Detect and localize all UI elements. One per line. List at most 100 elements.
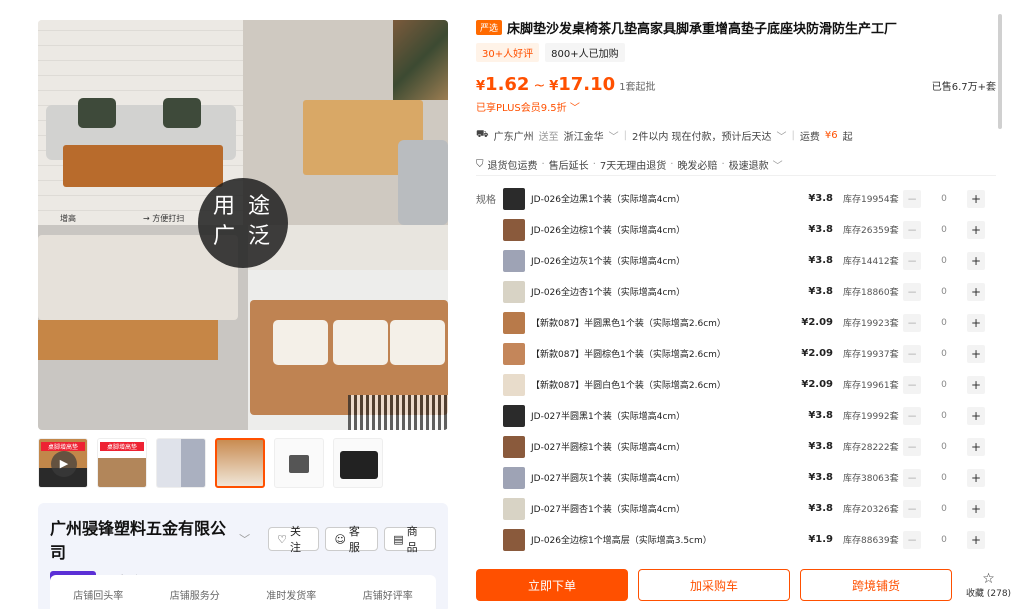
spec-list: JD-026全边黑1个装（实际增高4cm） ¥3.8 库存19954套 −0 + JD-0… [503, 183, 997, 555]
decrease-button[interactable]: − [903, 375, 921, 394]
spec-thumbnail[interactable] [503, 342, 525, 365]
spec-thumbnail[interactable] [503, 249, 525, 272]
spec-stock: 库存19937套 [843, 350, 899, 360]
spec-thumbnail[interactable] [503, 373, 525, 396]
quantity-value[interactable]: 0 [921, 473, 967, 483]
quantity-value[interactable]: 0 [921, 349, 967, 359]
spec-thumbnail[interactable] [503, 280, 525, 303]
spec-stock: 库存14412套 [843, 257, 899, 267]
page-scrollbar[interactable] [998, 14, 1002, 129]
service-row[interactable]: ⛉ 退货包运费 · 售后延长 · 7天无理由退货 · 晚发必赔 · 极速退款 ﹀ [476, 157, 996, 172]
decrease-button[interactable]: − [903, 530, 921, 549]
divider: | [791, 130, 795, 141]
thumbnail[interactable] [274, 438, 324, 488]
chevron-down-icon[interactable]: ﹀ [609, 128, 619, 143]
metric-positive: 店铺好评率 [362, 591, 413, 602]
quantity-value[interactable]: 0 [921, 287, 967, 297]
quantity-value[interactable]: 0 [921, 318, 967, 328]
spec-thumbnail[interactable] [503, 404, 525, 427]
spec-row: JD-026全边棕1个增高层（实际增高3.5cm） ¥1.9 库存88639套 −0 + [503, 524, 997, 555]
quantity-value[interactable]: 0 [921, 411, 967, 421]
increase-button[interactable]: + [967, 251, 985, 270]
price-min-symbol: ¥ [476, 79, 486, 94]
plus-discount[interactable]: 已享PLUS会员9.5折 ﹀ [476, 99, 996, 114]
decrease-button[interactable]: − [903, 437, 921, 456]
spec-name: JD-027半圆棕1个装（实际增高4cm） [531, 443, 686, 453]
increase-button[interactable]: + [967, 437, 985, 456]
chevron-down-icon[interactable]: ﹀ [239, 531, 250, 547]
thumbnail-video[interactable]: 桌脚增高垫 ▶ [38, 438, 88, 488]
quantity-value[interactable]: 0 [921, 225, 967, 235]
spec-price: ¥2.09 [801, 379, 833, 390]
reviews-chip[interactable]: 30+人好评 [476, 43, 540, 62]
truck-icon: ⛟ [476, 129, 489, 140]
quantity-value[interactable]: 0 [921, 194, 967, 204]
thumbnail[interactable] [156, 438, 206, 488]
increase-button[interactable]: + [967, 499, 985, 518]
shop-products-button[interactable]: ▤ 商品 [384, 525, 436, 554]
favorite-button[interactable]: ☆ 收藏 (278) [966, 572, 1011, 599]
spec-row: JD-026全边灰1个装（实际增高4cm） ¥3.8 库存14412套 −0 + [503, 245, 997, 276]
image-tag-left: 增高 [60, 214, 76, 223]
cross-border-button[interactable]: 跨境铺货 [800, 569, 952, 601]
thumbnail[interactable]: 桌脚增高垫 [97, 438, 147, 488]
main-product-image[interactable]: 增高 → 方便打扫 用 途 广 泛 [38, 20, 448, 430]
spec-name: JD-027半圆灰1个装（实际增高4cm） [531, 474, 686, 484]
price-min: 1.62 [485, 74, 530, 95]
shipping-to[interactable]: 浙江金华 [564, 128, 604, 143]
spec-thumbnail[interactable] [503, 218, 525, 241]
spec-thumbnail[interactable] [503, 311, 525, 334]
thumb-product-shape [340, 451, 378, 479]
decrease-button[interactable]: − [903, 220, 921, 239]
increase-button[interactable]: + [967, 406, 985, 425]
quantity-value[interactable]: 0 [921, 256, 967, 266]
decrease-button[interactable]: − [903, 251, 921, 270]
spec-row: JD-027半圆黑1个装（实际增高4cm） ¥3.8 库存19992套 −0 + [503, 400, 997, 431]
image-coffee-table [63, 145, 223, 187]
decrease-button[interactable]: − [903, 499, 921, 518]
quantity-value[interactable]: 0 [921, 442, 967, 452]
quantity-value[interactable]: 0 [921, 504, 967, 514]
increase-button[interactable]: + [967, 282, 985, 301]
spec-thumbnail[interactable] [503, 528, 525, 551]
spec-row: JD-026全边杏1个装（实际增高4cm） ¥3.8 库存18860套 −0 + [503, 276, 997, 307]
spec-price: ¥3.8 [808, 224, 833, 235]
quantity-value[interactable]: 0 [921, 380, 967, 390]
price-max: 17.10 [558, 74, 616, 95]
increase-button[interactable]: + [967, 313, 985, 332]
customer-service-button[interactable]: ☺ 客服 [325, 525, 379, 554]
product-title: 床脚垫沙发桌椅茶几垫高家具脚承重增高垫子底座块防滑防生产工厂 [507, 22, 898, 37]
decrease-button[interactable]: − [903, 344, 921, 363]
decrease-button[interactable]: − [903, 282, 921, 301]
heart-icon: ♡ [277, 532, 288, 546]
spec-stock: 库存88639套 [843, 536, 899, 546]
play-icon[interactable]: ▶ [51, 451, 77, 477]
decrease-button[interactable]: − [903, 468, 921, 487]
decrease-button[interactable]: − [903, 406, 921, 425]
product-info: 严选 床脚垫沙发桌椅茶几垫高家具脚承重增高垫子底座块防滑防生产工厂 30+人好评… [476, 18, 996, 172]
shop-name[interactable]: 广州骎锋塑料五金有限公司 [50, 515, 233, 563]
add-to-cart-button[interactable]: 加采购车 [638, 569, 790, 601]
chevron-down-icon[interactable]: ﹀ [777, 128, 787, 143]
increase-button[interactable]: + [967, 375, 985, 394]
decrease-button[interactable]: − [903, 313, 921, 332]
increase-button[interactable]: + [967, 344, 985, 363]
increase-button[interactable]: + [967, 468, 985, 487]
spec-thumbnail[interactable] [503, 435, 525, 458]
delivery-estimate[interactable]: 2件以内 现在付款，预计后天达 [632, 128, 772, 143]
decrease-button[interactable]: − [903, 189, 921, 208]
increase-button[interactable]: + [967, 220, 985, 239]
spec-thumbnail[interactable] [503, 187, 525, 210]
thumbnail-active[interactable] [215, 438, 265, 488]
spec-row: 【新款087】半圆黑色1个装（实际增高2.6cm） ¥2.09 库存19923套 −0… [503, 307, 997, 338]
quantity-value[interactable]: 0 [921, 535, 967, 545]
spec-thumbnail[interactable] [503, 466, 525, 489]
follow-label: 关注 [290, 525, 302, 554]
follow-button[interactable]: ♡ 关注 [268, 525, 320, 554]
increase-button[interactable]: + [967, 189, 985, 208]
thumbnail[interactable] [333, 438, 383, 488]
increase-button[interactable]: + [967, 530, 985, 549]
spec-thumbnail[interactable] [503, 497, 525, 520]
buy-now-button[interactable]: 立即下单 [476, 569, 628, 601]
price-row: ¥ 1.62 ~ ¥ 17.10 1套起批 已售6.7万+套 [476, 74, 996, 95]
